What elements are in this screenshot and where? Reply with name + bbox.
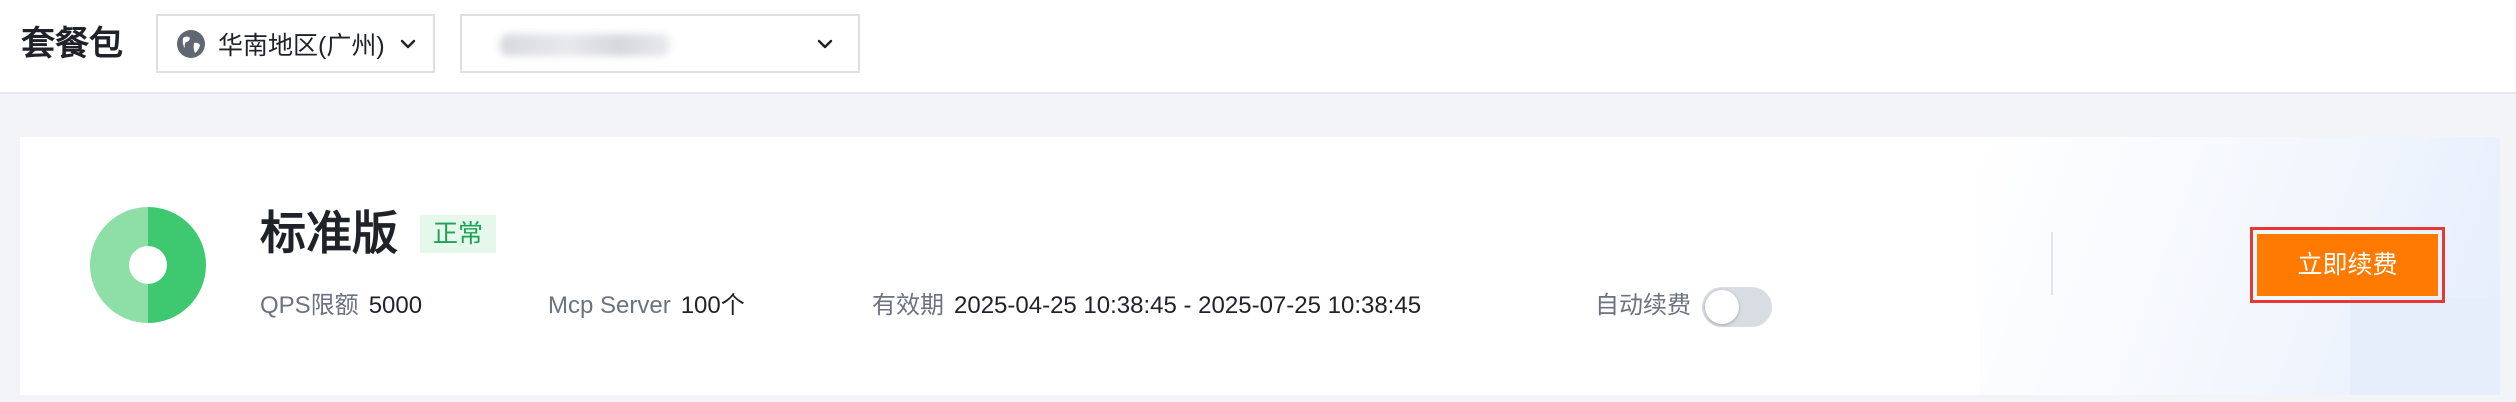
status-badge: 正常 (420, 215, 497, 253)
mcp-label: Mcp Server (548, 292, 671, 319)
page-title: 套餐包 (21, 25, 123, 63)
auto-renew-label: 自动续费 (1595, 292, 1691, 319)
instance-select[interactable] (460, 14, 860, 73)
validity-value: 2025-04-25 10:38:45 - 2025-07-25 10:38:4… (954, 292, 1422, 319)
toggle-knob (1705, 290, 1739, 324)
globe-icon (176, 29, 206, 59)
instance-select-value (500, 34, 670, 56)
renew-button[interactable]: 立即续费 (2257, 234, 2438, 296)
auto-renew-toggle[interactable] (1702, 287, 1772, 327)
plan-name: 标准版 (260, 207, 398, 259)
mcp-info: Mcp Server 100个 (548, 289, 745, 323)
plan-card: 标准版 正常 QPS限额 5000 Mcp Server 100个 有效期 2025-… (20, 137, 2500, 395)
page-header: 套餐包 华南地区(广州) (0, 0, 2516, 94)
chevron-down-icon (817, 39, 833, 49)
region-select[interactable]: 华南地区(广州) (156, 14, 435, 73)
region-select-value: 华南地区(广州) (218, 31, 385, 60)
validity-info: 有效期 2025-04-25 10:38:45 - 2025-07-25 10:3… (872, 289, 1421, 323)
auto-renew-info: 自动续费 (1595, 289, 1701, 323)
qps-info: QPS限额 5000 (260, 289, 422, 323)
qps-label: QPS限额 (260, 292, 359, 319)
divider (2051, 232, 2053, 295)
donut-chart-icon (90, 207, 206, 323)
mcp-value: 100个 (680, 292, 745, 319)
chevron-down-icon (400, 39, 415, 48)
qps-value: 5000 (368, 292, 423, 319)
validity-label: 有效期 (872, 292, 944, 319)
